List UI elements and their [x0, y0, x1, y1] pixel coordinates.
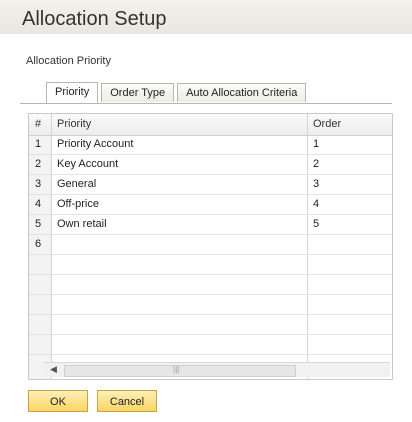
order-cell[interactable]: 1: [313, 138, 319, 150]
row-number: 6: [35, 238, 42, 250]
scroll-thumb[interactable]: |||: [64, 365, 296, 377]
row-number: 5: [35, 218, 42, 230]
row-number: 1: [35, 138, 42, 150]
grid-header: # Priority Order: [29, 114, 392, 136]
empty-row[interactable]: [29, 335, 392, 355]
horizontal-scrollbar[interactable]: ◀ |||: [44, 362, 390, 377]
priority-cell[interactable]: General: [57, 178, 96, 190]
table-row[interactable]: 2 Key Account 2: [29, 155, 392, 175]
row-number: 4: [35, 198, 42, 210]
tab-order-type[interactable]: Order Type: [101, 83, 175, 102]
empty-row[interactable]: [29, 275, 392, 295]
window-title: Allocation Setup: [22, 8, 167, 30]
order-cell[interactable]: 5: [313, 218, 319, 230]
column-header-priority[interactable]: Priority: [57, 118, 91, 130]
column-header-order[interactable]: Order: [313, 118, 341, 130]
table-row[interactable]: 5 Own retail 5: [29, 215, 392, 235]
table-row[interactable]: 6: [29, 235, 392, 255]
tab-divider: [20, 103, 392, 104]
ok-button[interactable]: OK: [28, 390, 88, 412]
tab-auto-allocation-criteria[interactable]: Auto Allocation Criteria: [177, 83, 307, 102]
order-cell[interactable]: 4: [313, 198, 319, 210]
table-row[interactable]: 3 General 3: [29, 175, 392, 195]
title-bar: Allocation Setup: [0, 0, 412, 34]
priority-cell[interactable]: Own retail: [57, 218, 107, 230]
priority-cell[interactable]: Key Account: [57, 158, 118, 170]
tab-priority[interactable]: Priority: [46, 82, 99, 103]
priority-grid[interactable]: # Priority Order 1 Priority Account 1 2 …: [28, 113, 393, 380]
table-row[interactable]: 1 Priority Account 1: [29, 135, 392, 155]
priority-cell[interactable]: Priority Account: [57, 138, 133, 150]
row-number: 2: [35, 158, 42, 170]
priority-cell[interactable]: Off-price: [57, 198, 99, 210]
column-header-number[interactable]: #: [35, 118, 41, 130]
cancel-button[interactable]: Cancel: [97, 390, 157, 412]
scroll-left-icon[interactable]: ◀: [50, 364, 57, 375]
table-row[interactable]: 4 Off-price 4: [29, 195, 392, 215]
empty-row[interactable]: [29, 315, 392, 335]
order-cell[interactable]: 3: [313, 178, 319, 190]
tab-strip: Priority Order Type Auto Allocation Crit…: [46, 82, 309, 103]
empty-row[interactable]: [29, 255, 392, 275]
order-cell[interactable]: 2: [313, 158, 319, 170]
row-number: 3: [35, 178, 42, 190]
section-label: Allocation Priority: [26, 55, 111, 67]
empty-row[interactable]: [29, 295, 392, 315]
grip-icon: |||: [173, 365, 180, 374]
